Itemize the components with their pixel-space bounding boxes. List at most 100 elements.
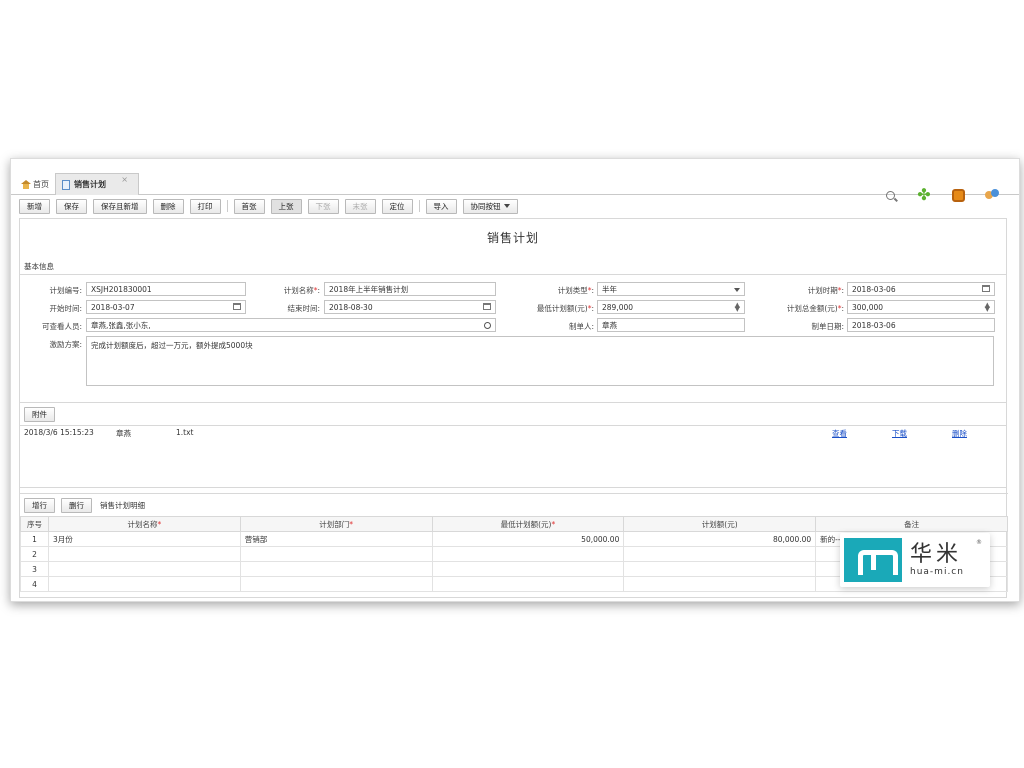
document-icon	[62, 179, 70, 190]
cell-plan-dept[interactable]	[239, 546, 433, 562]
attachment-button[interactable]: 附件	[24, 407, 55, 422]
watermark-brand-en: hua-mi.cn	[910, 567, 964, 577]
cell-plan-dept[interactable]: 营销部	[239, 531, 433, 547]
cell-amount[interactable]	[623, 561, 817, 577]
plan-no-value: XSJH201830001	[91, 284, 152, 294]
watermark-text: 华米 hua-mi.cn	[910, 542, 964, 578]
divider	[20, 274, 1006, 275]
plan-period-value: 2018-03-06	[852, 284, 896, 294]
create-date-value: 2018-03-06	[852, 320, 896, 330]
plan-period-field[interactable]: 2018-03-06	[847, 282, 995, 296]
end-time-value: 2018-08-30	[329, 302, 373, 312]
plan-name-label: 计划名称*:	[283, 286, 320, 295]
min-amount-value: 289,000	[602, 302, 634, 312]
section-basic-info: 基本信息	[24, 262, 54, 271]
cell-min-amount[interactable]	[431, 546, 625, 562]
calendar-icon[interactable]	[982, 285, 990, 292]
create-date-field[interactable]: 2018-03-06	[847, 318, 995, 332]
detail-toolbar: 增行 删行 销售计划明细	[24, 498, 145, 513]
total-amount-value: 300,000	[852, 302, 884, 312]
divider	[20, 487, 1006, 488]
prev-record-button[interactable]: 上张	[270, 198, 302, 214]
cell-amount[interactable]	[623, 576, 817, 592]
total-amount-label: 计划总金额(元)*:	[786, 304, 844, 313]
calendar-icon[interactable]	[483, 303, 491, 310]
end-time-field[interactable]: 2018-08-30	[324, 300, 496, 314]
registered-icon: ®	[976, 539, 982, 546]
delete-button[interactable]: 删除	[152, 198, 184, 214]
table-header-row: 序号 计划名称* 计划部门* 最低计划额(元)* 计划额(元) 备注	[20, 516, 1008, 532]
cell-plan-dept[interactable]	[239, 561, 433, 577]
plan-type-value: 半年	[602, 284, 617, 294]
toolbar-separator	[226, 200, 228, 212]
tab-home[interactable]: 首页	[15, 173, 55, 195]
cell-plan-dept[interactable]	[239, 576, 433, 592]
cell-amount[interactable]: 80,000.00	[623, 531, 817, 547]
end-time-label: 结束时间:	[287, 304, 320, 313]
plan-type-select[interactable]: 半年	[597, 282, 745, 296]
creator-value: 章燕	[602, 320, 617, 330]
watermark: 华米 hua-mi.cn ®	[840, 533, 990, 587]
attachment-user: 章燕	[116, 429, 131, 438]
attachment-download-link[interactable]: 下载	[892, 428, 907, 439]
add-row-button[interactable]: 增行	[24, 498, 55, 513]
incentive-textarea[interactable]: 完成计划额度后，超过一万元，额外提成5000块	[86, 336, 994, 386]
delete-row-button[interactable]: 删行	[61, 498, 92, 513]
cell-plan-name[interactable]	[47, 576, 241, 592]
print-button[interactable]: 打印	[189, 198, 221, 214]
column-header: 最低计划额(元)*	[431, 516, 625, 532]
attachment-delete-link[interactable]: 删除	[952, 428, 967, 439]
creator-field[interactable]: 章燕	[597, 318, 745, 332]
save-button[interactable]: 保存	[56, 198, 87, 214]
watermark-logo	[844, 538, 902, 582]
next-record-button[interactable]: 下张	[307, 198, 339, 214]
min-amount-field[interactable]: 289,000 ▲ ▼	[597, 300, 745, 314]
column-header: 备注	[815, 516, 1008, 532]
viewers-field[interactable]: 章燕,张鑫,张小东,	[86, 318, 496, 332]
min-amount-label: 最低计划额(元)*:	[536, 304, 594, 313]
cell-plan-name[interactable]	[47, 561, 241, 577]
chevron-down-icon	[503, 204, 510, 208]
plan-no-label: 计划编号:	[49, 286, 82, 295]
calendar-icon[interactable]	[233, 303, 241, 310]
chevron-down-icon	[734, 288, 740, 292]
toolbar-separator	[418, 200, 420, 212]
start-time-field[interactable]: 2018-03-07	[86, 300, 246, 314]
plan-name-value: 2018年上半年销售计划	[329, 284, 409, 294]
plan-period-label: 计划时期*:	[807, 286, 844, 295]
first-record-button[interactable]: 首张	[233, 198, 265, 214]
page-title: 销售计划	[486, 231, 539, 245]
viewers-value: 章燕,张鑫,张小东,	[91, 320, 151, 330]
last-record-button[interactable]: 末张	[344, 198, 376, 214]
divider	[20, 425, 1006, 426]
search-icon[interactable]	[484, 322, 491, 329]
spinner-icon[interactable]: ▲ ▼	[985, 302, 990, 313]
row-number: 2	[20, 546, 49, 562]
import-button[interactable]: 导入	[425, 198, 457, 214]
collab-label: 协同按钮	[470, 201, 501, 211]
cell-min-amount[interactable]	[431, 561, 625, 577]
new-button[interactable]: 新增	[19, 198, 50, 214]
plan-no-field[interactable]: XSJH201830001	[86, 282, 246, 296]
save-and-new-button[interactable]: 保存且新增	[93, 198, 147, 214]
plan-name-field[interactable]: 2018年上半年销售计划	[324, 282, 496, 296]
row-number: 4	[20, 576, 49, 592]
watermark-brand-cn: 华米	[910, 542, 963, 567]
attachment-time: 2018/3/6 15:15:23	[24, 428, 94, 437]
viewers-label: 可查看人员:	[41, 322, 82, 331]
collab-dropdown-button[interactable]: 协同按钮	[462, 198, 518, 214]
cell-min-amount[interactable]: 50,000.00	[431, 531, 625, 547]
cell-plan-name[interactable]: 3月份	[47, 531, 241, 547]
cell-amount[interactable]	[623, 546, 817, 562]
tab-sales-plan[interactable]: 销售计划 ×	[55, 173, 139, 195]
spinner-icon[interactable]: ▲ ▼	[735, 302, 740, 313]
total-amount-field[interactable]: 300,000 ▲ ▼	[847, 300, 995, 314]
column-header: 计划名称*	[47, 516, 241, 532]
cell-min-amount[interactable]	[431, 576, 625, 592]
start-time-value: 2018-03-07	[91, 302, 135, 312]
close-icon[interactable]: ×	[121, 175, 128, 184]
cell-plan-name[interactable]	[47, 546, 241, 562]
toolbar: 新增 保存 保存且新增 删除 打印 首张 上张 下张 末张 定位 导入 协同按钮	[11, 196, 1019, 216]
locate-button[interactable]: 定位	[381, 198, 413, 214]
attachment-view-link[interactable]: 查看	[832, 428, 847, 439]
